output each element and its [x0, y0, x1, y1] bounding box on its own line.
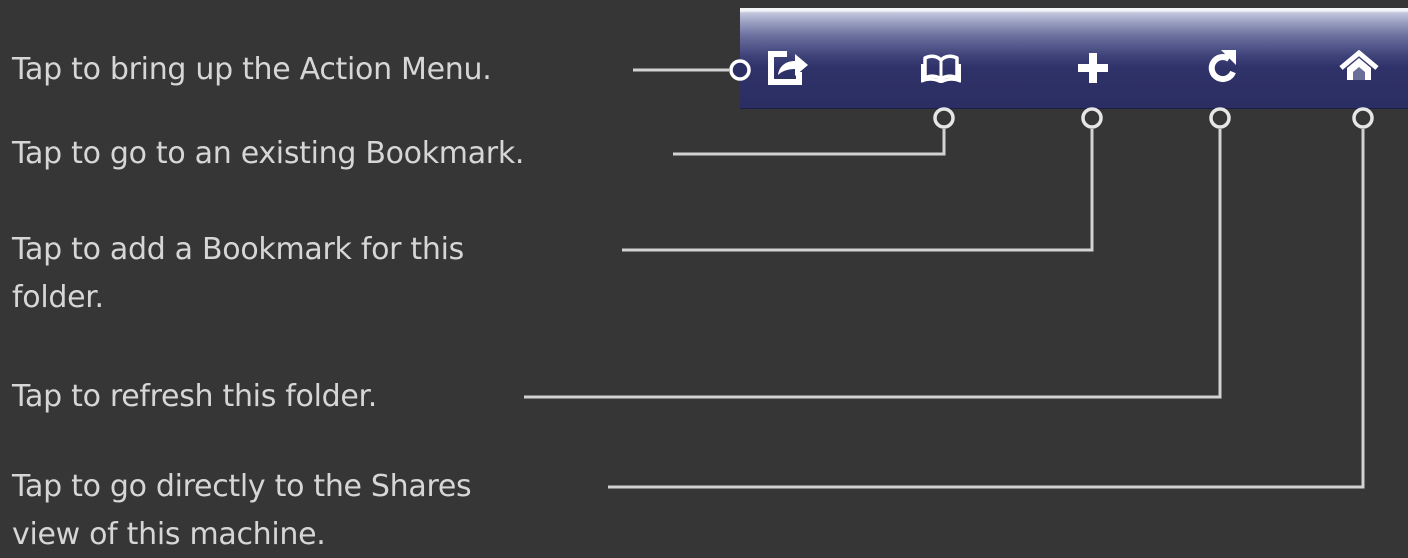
callout-dot-add-bookmark	[1081, 107, 1103, 129]
callout-text-home-line1: Tap to go directly to the Shares	[12, 469, 472, 504]
callout-text-action: Tap to bring up the Action Menu.	[12, 52, 492, 87]
callout-dot-refresh	[1209, 107, 1231, 129]
toolbar-highlight	[740, 8, 1408, 11]
callout-line-add-bookmark	[622, 129, 1094, 252]
callout-dot-home	[1352, 107, 1374, 129]
callout-text-add-bookmark-line2: folder.	[12, 280, 104, 315]
home-button[interactable]	[1335, 46, 1383, 90]
home-icon	[1339, 50, 1379, 80]
toolbar	[740, 8, 1408, 109]
book-icon	[921, 54, 961, 83]
callout-line-home	[608, 129, 1365, 489]
callout-text-home-line2: view of this machine.	[12, 517, 326, 552]
refresh-button[interactable]	[1197, 46, 1245, 90]
callout-text-add-bookmark-line1: Tap to add a Bookmark for this	[12, 232, 464, 267]
callout-dot-bookmarks	[933, 107, 955, 129]
bookmarks-button[interactable]	[917, 46, 965, 90]
refresh-icon	[1208, 50, 1236, 83]
callout-line-bookmarks	[673, 129, 946, 156]
callout-text-refresh: Tap to refresh this folder.	[12, 379, 378, 414]
action-button[interactable]	[765, 46, 813, 90]
callout-text-bookmarks: Tap to go to an existing Bookmark.	[12, 136, 525, 171]
share-icon	[768, 51, 808, 85]
plus-icon	[1078, 53, 1108, 83]
callout-line-refresh	[524, 129, 1222, 399]
add-bookmark-button[interactable]	[1069, 46, 1117, 90]
